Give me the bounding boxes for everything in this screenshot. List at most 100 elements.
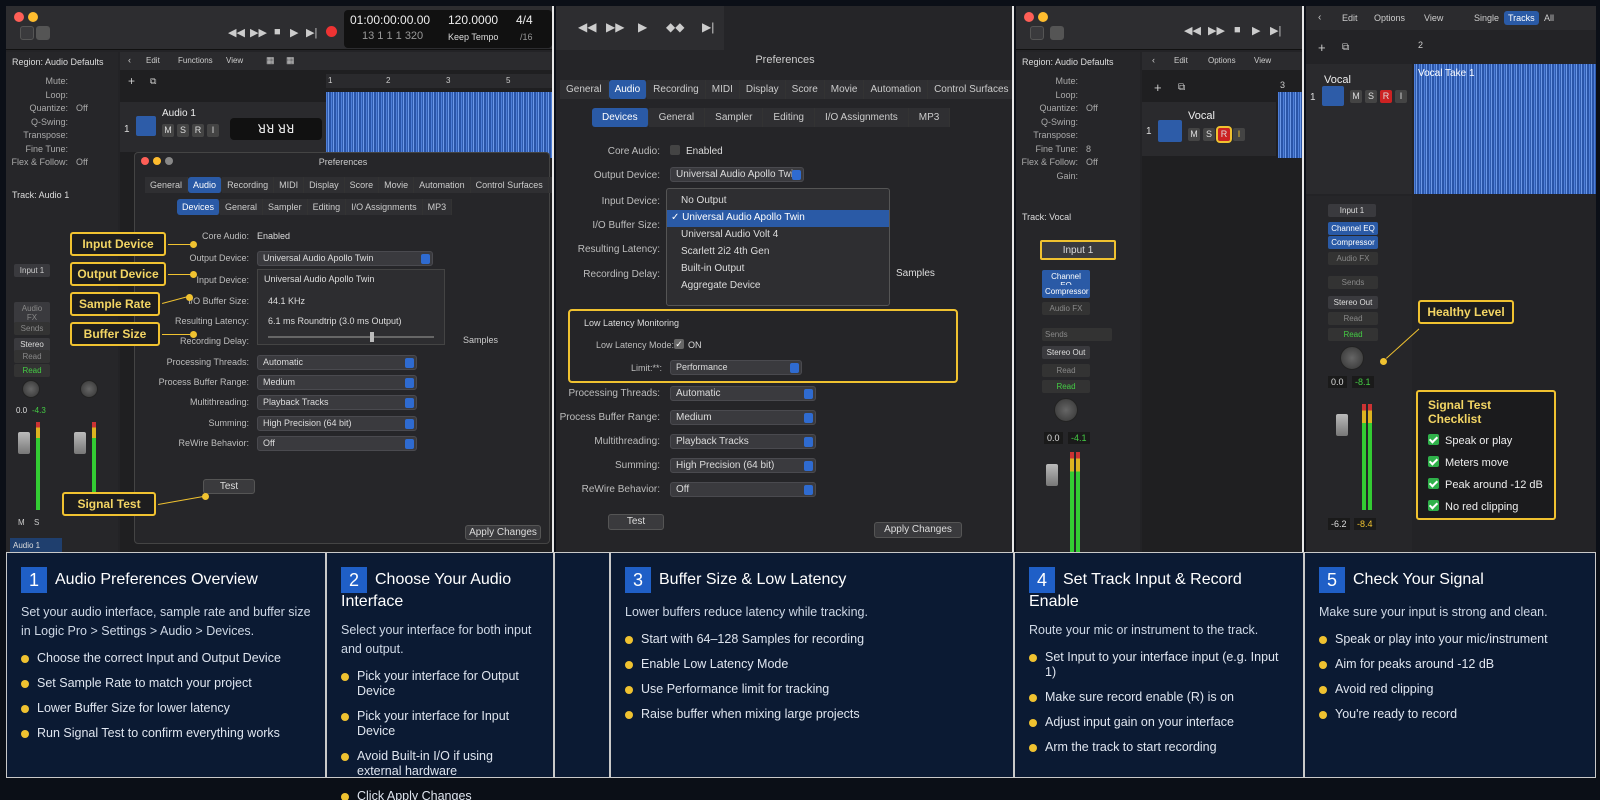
- tab-sampler[interactable]: Sampler: [705, 108, 764, 127]
- pan-knob[interactable]: [1340, 346, 1364, 370]
- menu-edit[interactable]: Edit: [146, 56, 160, 65]
- dropdown-option[interactable]: Scarlett 2i2 4th Gen: [667, 244, 889, 261]
- volume-fader[interactable]: [1336, 414, 1348, 436]
- tab-general[interactable]: General: [145, 177, 189, 193]
- record-enable-icon[interactable]: R: [1216, 126, 1232, 143]
- output-device-select[interactable]: Universal Audio Apollo Twin: [670, 167, 804, 182]
- back-icon[interactable]: ‹: [1318, 12, 1321, 23]
- pan-knob-2[interactable]: [80, 380, 98, 398]
- input-slot[interactable]: Input 1: [14, 264, 50, 277]
- duplicate-icon[interactable]: ⧉: [150, 76, 156, 87]
- ruler[interactable]: 1 2 3 5: [326, 74, 552, 88]
- skip-icon[interactable]: ▶|: [1270, 24, 1281, 37]
- channel-eq-slot[interactable]: Channel EQ: [1328, 222, 1378, 235]
- input-monitor-icon[interactable]: I: [1395, 90, 1407, 103]
- summing-select[interactable]: High Precision (64 bit): [257, 416, 417, 431]
- tab-automation[interactable]: Automation: [414, 177, 471, 193]
- tab-general[interactable]: General: [648, 108, 706, 127]
- play-icon[interactable]: ▶: [290, 26, 298, 39]
- automation-read[interactable]: Read: [1328, 312, 1378, 325]
- tab-general[interactable]: General: [560, 80, 609, 99]
- inspector-row-value[interactable]: Off: [76, 157, 88, 167]
- sends-slot[interactable]: Sends: [1328, 276, 1378, 289]
- audio-region[interactable]: [1414, 64, 1596, 194]
- automation-read-2[interactable]: Read: [1042, 380, 1090, 393]
- tab-i-o-assignments[interactable]: I/O Assignments: [346, 199, 423, 215]
- audio-region[interactable]: [326, 92, 552, 158]
- tab-control-surfaces[interactable]: Control Surfaces: [470, 177, 549, 193]
- volume-fader[interactable]: [18, 432, 30, 454]
- apply-changes-button[interactable]: Apply Changes: [465, 525, 541, 540]
- menu-options[interactable]: Options: [1374, 13, 1405, 23]
- rewind-icon[interactable]: ◀◀: [228, 26, 245, 39]
- track-header-row[interactable]: 1 Vocal MSRI: [1142, 102, 1276, 156]
- range-select[interactable]: Medium: [257, 375, 417, 390]
- threads-select[interactable]: Automatic: [257, 355, 417, 370]
- skip-icon[interactable]: ▶|: [306, 26, 317, 39]
- tab-control-surfaces[interactable]: Control Surfaces: [928, 80, 1012, 99]
- tab-display[interactable]: Display: [739, 80, 786, 99]
- tab-editing[interactable]: Editing: [763, 108, 815, 127]
- multi-select[interactable]: Playback Tracks: [257, 395, 417, 410]
- rewire-select[interactable]: Off: [257, 436, 417, 451]
- menu-edit[interactable]: Edit: [1174, 56, 1188, 65]
- forward-icon[interactable]: ▶▶: [1208, 24, 1225, 37]
- tab-mp3[interactable]: MP3: [908, 108, 951, 127]
- tab-mp3[interactable]: MP3: [422, 199, 453, 215]
- track-header[interactable]: Track: Vocal: [1022, 212, 1071, 222]
- input-device-value[interactable]: Universal Audio Apollo Twin: [264, 274, 374, 284]
- delay-slider[interactable]: [268, 336, 434, 338]
- tab-i-o-assignments[interactable]: I/O Assignments: [814, 108, 909, 127]
- automation-read[interactable]: Read: [14, 350, 50, 363]
- input-monitor-icon[interactable]: I: [207, 124, 219, 137]
- menu-view[interactable]: View: [1424, 13, 1443, 23]
- close-button[interactable]: [1024, 12, 1034, 22]
- rewind-icon[interactable]: ◀◀: [578, 20, 596, 34]
- tab-audio[interactable]: Audio: [608, 80, 648, 99]
- track-header[interactable]: Track: Audio 1: [12, 190, 69, 200]
- automation-read[interactable]: Read: [1042, 364, 1090, 377]
- record-enable-icon[interactable]: R: [1380, 90, 1392, 103]
- mute-icon[interactable]: M: [1188, 128, 1200, 141]
- inspector-button[interactable]: [1050, 26, 1064, 40]
- volume-fader[interactable]: [1046, 464, 1058, 486]
- library-button[interactable]: [20, 26, 34, 40]
- skip-icon[interactable]: ▶|: [702, 20, 714, 34]
- library-button[interactable]: [1030, 26, 1044, 40]
- menu-view[interactable]: View: [226, 56, 243, 65]
- delay-slider-thumb[interactable]: [370, 332, 374, 342]
- minimize-button[interactable]: [28, 12, 38, 22]
- tab-movie[interactable]: Movie: [379, 177, 415, 193]
- pan-knob[interactable]: [1054, 398, 1078, 422]
- multi-select[interactable]: Playback Tracks: [670, 434, 816, 449]
- forward-icon[interactable]: ▶▶: [606, 20, 624, 34]
- tab-recording[interactable]: Recording: [222, 177, 275, 193]
- tab-movie[interactable]: Movie: [824, 80, 865, 99]
- solo-icon[interactable]: S: [1203, 128, 1215, 141]
- tab-sampler[interactable]: Sampler: [263, 199, 308, 215]
- solo-button[interactable]: S: [34, 518, 39, 527]
- record-enable-icon[interactable]: R: [192, 124, 204, 137]
- sends-slot[interactable]: Sends: [1042, 328, 1112, 341]
- test-button[interactable]: Test: [608, 514, 664, 530]
- low-latency-checkbox[interactable]: ✓: [674, 339, 684, 349]
- range-select[interactable]: Medium: [670, 410, 816, 425]
- threads-select[interactable]: Automatic: [670, 386, 816, 401]
- apply-changes-button[interactable]: Apply Changes: [874, 522, 962, 538]
- menu-options[interactable]: Options: [1208, 56, 1236, 65]
- rewind-icon[interactable]: ◀◀: [1184, 24, 1201, 37]
- grid-icon[interactable]: ▦: [266, 55, 275, 66]
- lcd-display[interactable]: 01:00:00:00.00 13 1 1 1 320 120.0000 Kee…: [344, 10, 552, 48]
- tab-display[interactable]: Display: [304, 177, 345, 193]
- core-audio-checkbox[interactable]: [670, 145, 680, 155]
- volume-fader-2[interactable]: [74, 432, 86, 454]
- compressor-slot[interactable]: Compressor: [1042, 285, 1090, 298]
- mute-icon[interactable]: M: [162, 124, 174, 137]
- mode-single[interactable]: Single: [1474, 13, 1499, 23]
- region-header[interactable]: Region: Audio Defaults: [1022, 57, 1114, 67]
- menu-functions[interactable]: Functions: [178, 56, 213, 65]
- menu-view[interactable]: View: [1254, 56, 1271, 65]
- dropdown-option[interactable]: Built-in Output: [667, 261, 889, 278]
- tab-score[interactable]: Score: [785, 80, 825, 99]
- output-device-select[interactable]: Universal Audio Apollo Twin: [257, 251, 433, 266]
